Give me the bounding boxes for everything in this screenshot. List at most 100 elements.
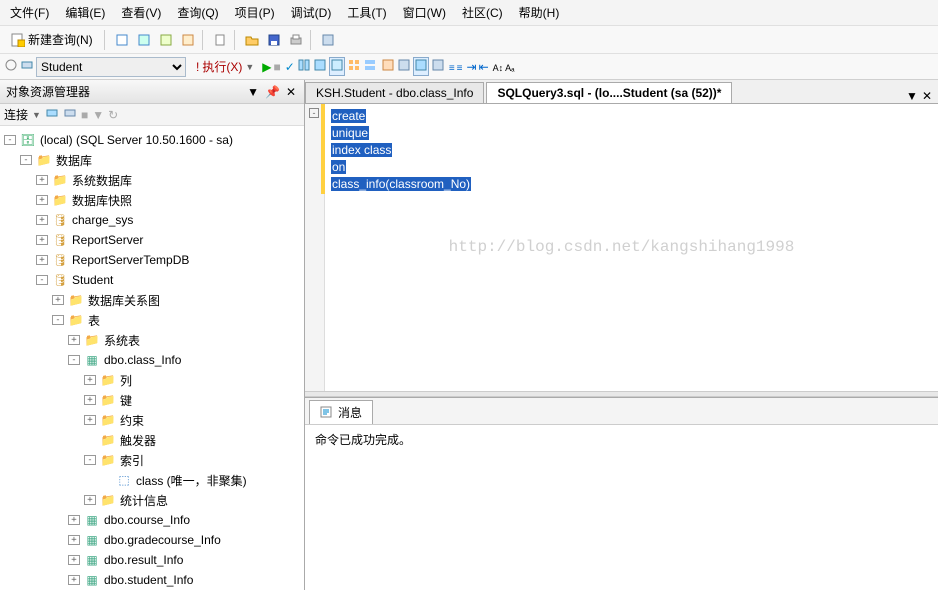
execute-icon: ! xyxy=(196,60,199,74)
t2-btn-c[interactable] xyxy=(329,57,345,76)
uncomment-button[interactable]: ≡ xyxy=(457,60,463,74)
tree-courseinfo[interactable]: +▦dbo.course_Info xyxy=(0,510,304,530)
tree-columns[interactable]: +📁列 xyxy=(0,370,304,390)
tree-tables[interactable]: -📁表 xyxy=(0,310,304,330)
t2-btn-m[interactable]: A↕ xyxy=(493,60,504,74)
execute-button[interactable]: ! 执行(X) ▼ xyxy=(190,56,260,77)
oe-btn-3[interactable]: ■ xyxy=(81,108,88,122)
open-button[interactable] xyxy=(242,30,262,50)
check-button[interactable]: ✓ xyxy=(285,60,295,74)
t2-btn-d[interactable] xyxy=(347,58,361,75)
pin-icon[interactable]: 📌 xyxy=(263,85,282,99)
tree-systables[interactable]: +📁系统表 xyxy=(0,330,304,350)
tree-constraints[interactable]: +📁约束 xyxy=(0,410,304,430)
toolbar-btn-4[interactable] xyxy=(178,30,198,50)
toolbar-btn-5[interactable] xyxy=(210,30,230,50)
output-body[interactable]: 命令已成功完成。 xyxy=(305,425,938,590)
menu-edit[interactable]: 编辑(E) xyxy=(59,2,111,23)
tree-diagram[interactable]: +📁数据库关系图 xyxy=(0,290,304,310)
t2-btn-f[interactable] xyxy=(381,58,395,75)
menu-debug[interactable]: 调试(D) xyxy=(285,2,338,23)
save-button[interactable] xyxy=(264,30,284,50)
table-icon: ▦ xyxy=(84,352,100,368)
menu-view[interactable]: 查看(V) xyxy=(115,2,167,23)
toolbar2-btn-2[interactable] xyxy=(20,58,34,75)
tree-reportservertemp[interactable]: +🛢ReportServerTempDB xyxy=(0,250,304,270)
tab-sqlquery3[interactable]: SQLQuery3.sql - (lo....Student (sa (52))… xyxy=(486,82,732,103)
table-icon: ▦ xyxy=(84,512,100,528)
tree-classinfo[interactable]: -▦dbo.class_Info xyxy=(0,350,304,370)
toolbar-btn-8[interactable] xyxy=(318,30,338,50)
tree-resultinfo[interactable]: +▦dbo.result_Info xyxy=(0,550,304,570)
toolbar-btn-2[interactable] xyxy=(134,30,154,50)
t2-btn-b[interactable] xyxy=(313,58,327,75)
dropdown-icon[interactable]: ▼ xyxy=(245,85,261,99)
toolbar2-btn-1[interactable] xyxy=(4,58,18,75)
tree-studentinfo[interactable]: +▦dbo.student_Info xyxy=(0,570,304,590)
refresh-icon[interactable]: ↻ xyxy=(108,108,118,122)
debug-play-button[interactable]: ▶ xyxy=(262,60,271,74)
t2-btn-a[interactable] xyxy=(297,58,311,75)
t2-btn-h[interactable] xyxy=(413,57,429,76)
tree-chargesys[interactable]: +🛢charge_sys xyxy=(0,210,304,230)
stop-button[interactable]: ■ xyxy=(274,60,281,74)
filter-icon[interactable]: ▼ xyxy=(92,108,104,122)
outdent-button[interactable]: ⇤ xyxy=(479,60,489,74)
tree-server[interactable]: -🗄(local) (SQL Server 10.50.1600 - sa) xyxy=(0,130,304,150)
close-icon[interactable]: ✕ xyxy=(284,85,298,99)
database-select[interactable]: Student xyxy=(36,57,186,77)
indent-button[interactable]: ⇥ xyxy=(467,60,477,74)
tree-databases[interactable]: -📁数据库 xyxy=(0,150,304,170)
tab-classinfo[interactable]: KSH.Student - dbo.class_Info xyxy=(305,82,484,103)
toolbar-btn-3[interactable] xyxy=(156,30,176,50)
menu-community[interactable]: 社区(C) xyxy=(456,2,509,23)
object-explorer-title: 对象资源管理器 xyxy=(6,83,90,100)
t2-btn-e[interactable] xyxy=(363,58,377,75)
comment-button[interactable]: ≡ xyxy=(449,60,455,74)
t2-btn-g[interactable] xyxy=(397,58,411,75)
menu-project[interactable]: 项目(P) xyxy=(229,2,281,23)
tree-student-db[interactable]: -🛢Student xyxy=(0,270,304,290)
oe-btn-1[interactable] xyxy=(45,106,59,123)
t2-btn-n[interactable]: Aₐ xyxy=(505,60,514,74)
sql-editor[interactable]: - create unique index class on class_inf… xyxy=(305,104,938,391)
connect-label[interactable]: 连接 xyxy=(4,106,28,123)
object-explorer-toolbar: 连接 ▼ ■ ▼ ↻ xyxy=(0,104,304,126)
folder-icon: 📁 xyxy=(100,452,116,468)
execute-label: 执行(X) xyxy=(202,58,242,75)
toolbar-btn-1[interactable] xyxy=(112,30,132,50)
tree-triggers[interactable]: 📁触发器 xyxy=(0,430,304,450)
menu-file[interactable]: 文件(F) xyxy=(4,2,55,23)
output-tabs: 消息 xyxy=(305,398,938,425)
menu-query[interactable]: 查询(Q) xyxy=(171,2,224,23)
tree-keys[interactable]: +📁键 xyxy=(0,390,304,410)
database-icon: 🛢 xyxy=(52,212,68,228)
tree-gradecourse[interactable]: +▦dbo.gradecourse_Info xyxy=(0,530,304,550)
folder-icon: 📁 xyxy=(100,432,116,448)
t2-btn-i[interactable] xyxy=(431,58,445,75)
tree-sysdb[interactable]: +📁系统数据库 xyxy=(0,170,304,190)
folder-icon: 📁 xyxy=(52,192,68,208)
tab-close-icon[interactable]: ✕ xyxy=(922,89,932,103)
new-query-button[interactable]: 新建查询(N) xyxy=(4,28,100,51)
object-tree[interactable]: -🗄(local) (SQL Server 10.50.1600 - sa) -… xyxy=(0,126,304,590)
fold-toggle[interactable]: - xyxy=(309,108,319,118)
tree-snapshot[interactable]: +📁数据库快照 xyxy=(0,190,304,210)
output-message: 命令已成功完成。 xyxy=(315,433,411,447)
messages-icon xyxy=(320,406,334,420)
tree-indexes[interactable]: -📁索引 xyxy=(0,450,304,470)
editor-content[interactable]: create unique index class on class_info(… xyxy=(305,104,938,197)
tab-dropdown-icon[interactable]: ▼ xyxy=(906,89,918,103)
tree-class-index[interactable]: ⬚class (唯一，非聚集) xyxy=(0,470,304,490)
print-button[interactable] xyxy=(286,30,306,50)
oe-btn-2[interactable] xyxy=(63,106,77,123)
menu-tools[interactable]: 工具(T) xyxy=(341,2,392,23)
menu-help[interactable]: 帮助(H) xyxy=(513,2,566,23)
folder-icon: 📁 xyxy=(84,332,100,348)
database-icon: 🛢 xyxy=(52,272,68,288)
tree-stats[interactable]: +📁统计信息 xyxy=(0,490,304,510)
messages-tab[interactable]: 消息 xyxy=(309,400,373,424)
menu-window[interactable]: 窗口(W) xyxy=(397,2,452,23)
folder-icon: 📁 xyxy=(100,492,116,508)
tree-reportserver[interactable]: +🛢ReportServer xyxy=(0,230,304,250)
